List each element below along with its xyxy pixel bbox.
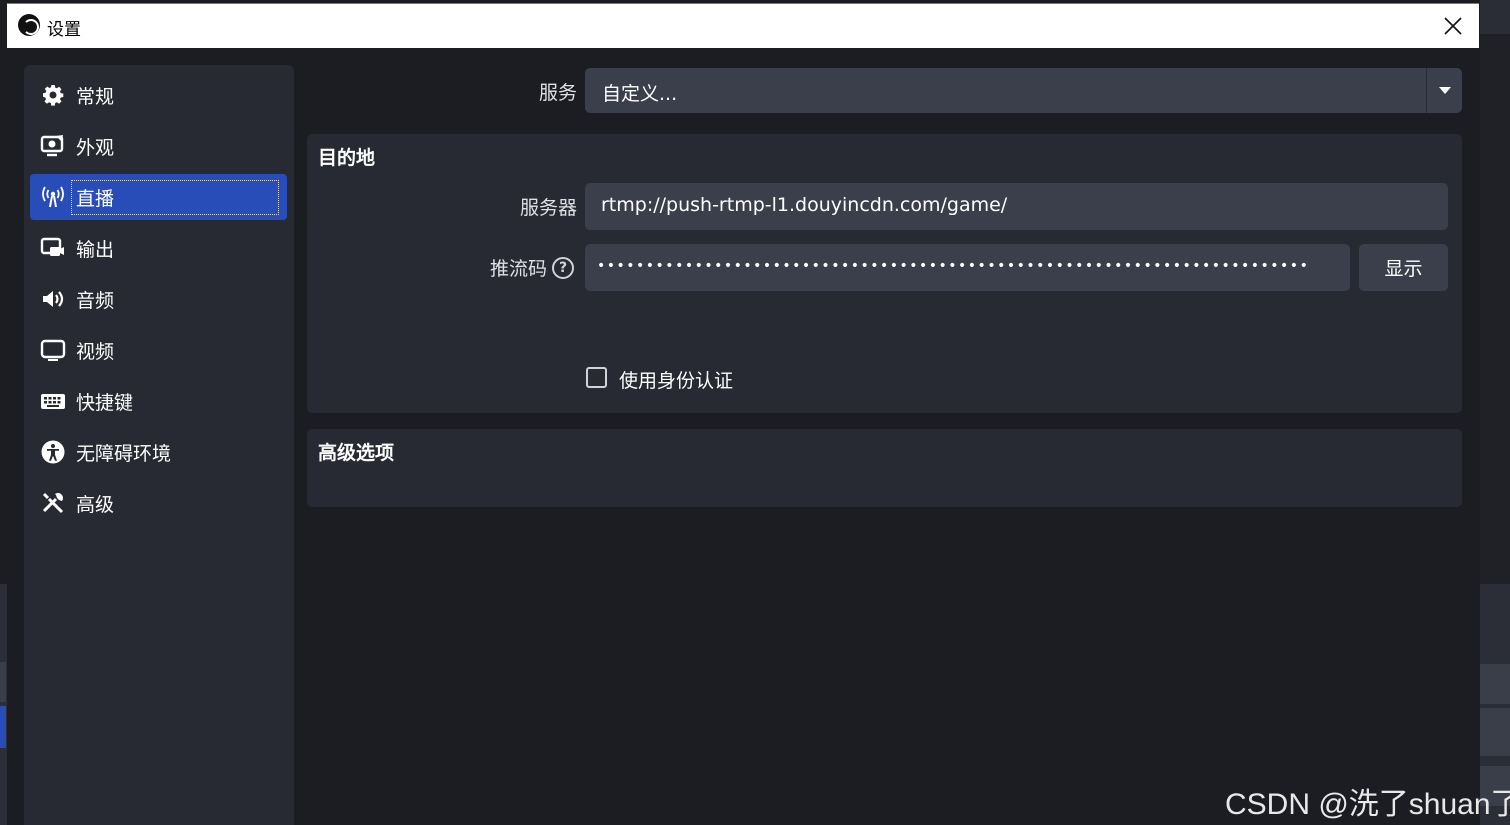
sidebar-item-label: 常规 bbox=[76, 85, 115, 108]
background-list-item bbox=[0, 662, 6, 702]
sidebar-item-label: 高级 bbox=[76, 493, 115, 516]
server-label: 服务器 bbox=[519, 197, 577, 219]
service-label: 服务 bbox=[538, 82, 577, 104]
chevron-down-icon[interactable] bbox=[1426, 68, 1462, 113]
sidebar-item-label: 无障碍环境 bbox=[76, 442, 172, 465]
keyboard-icon bbox=[40, 388, 66, 414]
server-url-value: rtmp://push-rtmp-l1.douyincdn.com/game/ bbox=[601, 194, 1008, 216]
destination-group-title: 目的地 bbox=[318, 147, 376, 169]
service-select[interactable]: 自定义... bbox=[585, 68, 1462, 113]
gear-icon bbox=[40, 82, 66, 108]
background-window-strip bbox=[1480, 0, 1510, 34]
sidebar-item-stream[interactable]: 直播 bbox=[30, 174, 287, 220]
obs-logo-icon bbox=[18, 14, 40, 36]
sidebar-item-label: 外观 bbox=[76, 136, 115, 159]
use-authentication-checkbox[interactable] bbox=[586, 367, 607, 388]
sidebar-item-video[interactable]: 视频 bbox=[30, 327, 287, 373]
background-dock-row bbox=[1480, 708, 1510, 756]
sidebar-item-audio[interactable]: 音频 bbox=[30, 276, 287, 322]
watermark-text: CSDN @洗了shuan了 bbox=[1225, 788, 1510, 821]
speaker-icon bbox=[40, 286, 66, 312]
sidebar-item-label: 视频 bbox=[76, 340, 115, 363]
sidebar-item-general[interactable]: 常规 bbox=[30, 72, 287, 118]
settings-dialog: 设置 常规 外观 直播 输出 音频 视频 快捷键 无障碍环境 高级 服务 自定义… bbox=[7, 3, 1479, 825]
sidebar-item-advanced[interactable]: 高级 bbox=[30, 480, 287, 526]
destination-group: 目的地 服务器 rtmp://push-rtmp-l1.douyincdn.co… bbox=[307, 134, 1462, 413]
service-select-value: 自定义... bbox=[602, 83, 678, 105]
advanced-options-title: 高级选项 bbox=[318, 442, 395, 464]
title-bar: 设置 bbox=[7, 4, 1479, 48]
background-dock-row bbox=[1480, 664, 1510, 704]
background-list-item-selected bbox=[0, 706, 6, 748]
server-url-input[interactable]: rtmp://push-rtmp-l1.douyincdn.com/game/ bbox=[585, 183, 1448, 230]
sidebar-item-hotkeys[interactable]: 快捷键 bbox=[30, 378, 287, 424]
background-window-left bbox=[0, 584, 7, 825]
stream-key-masked-value: ••••••••••••••••••••••••••••••••••••••••… bbox=[597, 258, 1310, 274]
close-icon bbox=[1444, 17, 1462, 35]
tools-icon bbox=[40, 490, 66, 516]
use-authentication-label[interactable]: 使用身份认证 bbox=[619, 366, 733, 393]
sidebar-item-label: 直播 bbox=[71, 179, 279, 215]
close-button[interactable] bbox=[1439, 12, 1467, 40]
output-icon bbox=[40, 235, 66, 261]
sidebar-item-label: 音频 bbox=[76, 289, 115, 312]
sidebar-item-label: 快捷键 bbox=[76, 391, 134, 414]
accessibility-icon bbox=[40, 439, 66, 465]
sidebar-item-appearance[interactable]: 外观 bbox=[30, 123, 287, 169]
show-stream-key-button[interactable]: 显示 bbox=[1359, 244, 1448, 291]
background-window-panel bbox=[1480, 34, 1510, 584]
advanced-options-group: 高级选项 bbox=[307, 429, 1462, 507]
sidebar-item-accessibility[interactable]: 无障碍环境 bbox=[30, 429, 287, 475]
sidebar-item-output[interactable]: 输出 bbox=[30, 225, 287, 271]
help-question-icon[interactable]: ? bbox=[552, 257, 574, 279]
monitor-icon bbox=[40, 337, 66, 363]
stream-settings-panel: 服务 自定义... 目的地 服务器 rtmp://push-rtmp-l1.do… bbox=[307, 65, 1467, 825]
broadcast-antenna-icon bbox=[40, 184, 66, 210]
sidebar-item-label: 输出 bbox=[76, 238, 115, 261]
stream-key-input[interactable]: ••••••••••••••••••••••••••••••••••••••••… bbox=[585, 244, 1350, 291]
stream-key-label: 推流码 bbox=[489, 258, 547, 280]
appearance-icon bbox=[40, 133, 66, 159]
settings-sidebar: 常规 外观 直播 输出 音频 视频 快捷键 无障碍环境 高级 bbox=[24, 65, 294, 825]
window-title: 设置 bbox=[47, 20, 81, 40]
